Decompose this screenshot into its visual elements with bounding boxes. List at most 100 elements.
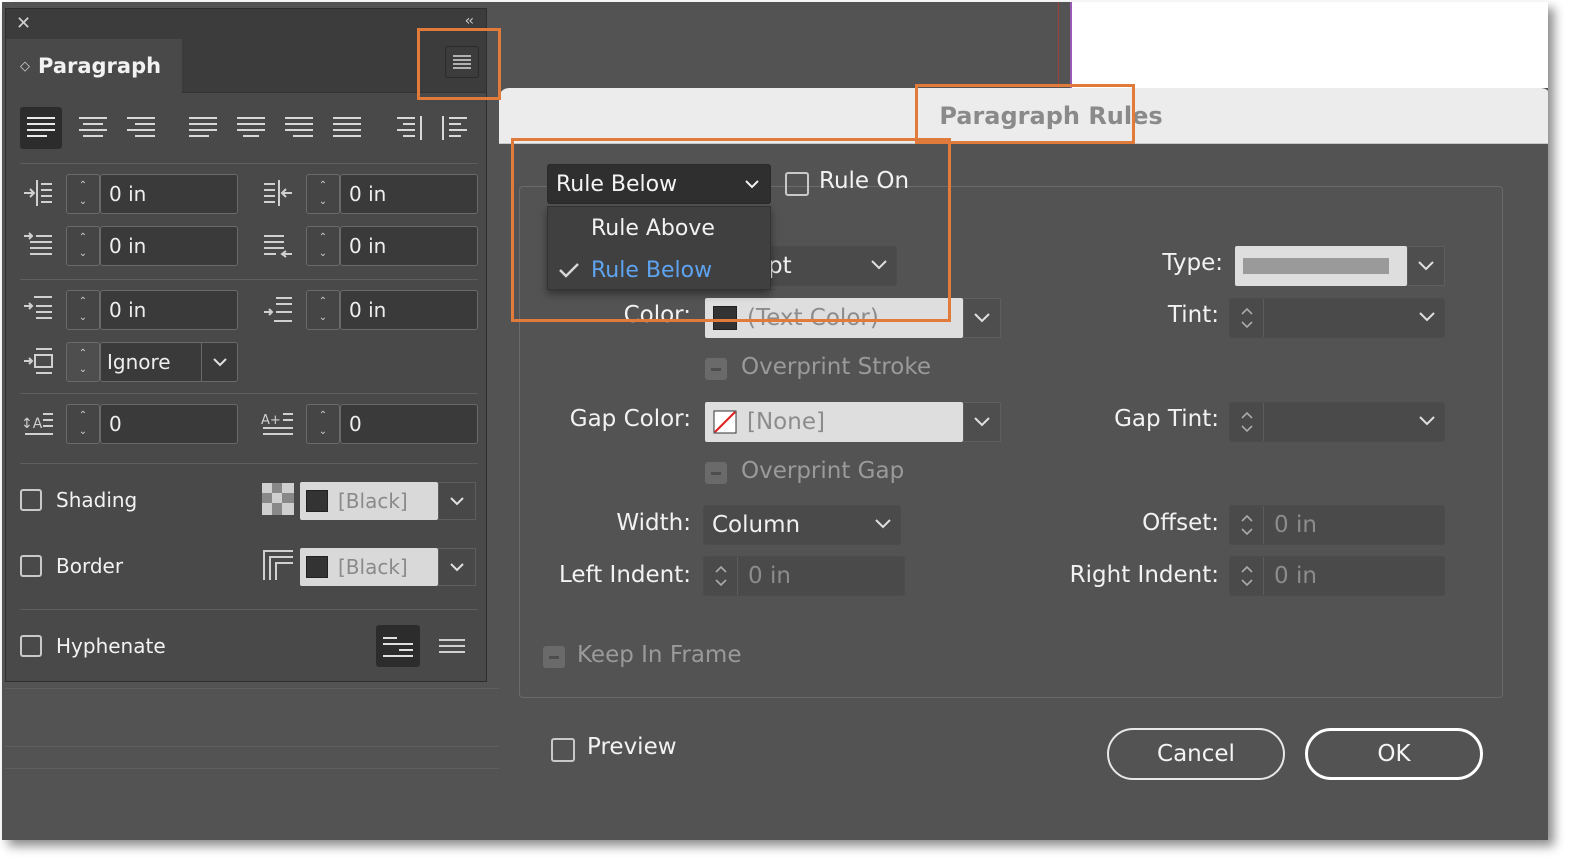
rule-right-indent-field[interactable]: 0 in (1229, 556, 1445, 596)
last-line-indent-input[interactable]: 0 in (340, 226, 478, 266)
justify-left-button[interactable] (182, 107, 224, 149)
tint-label: Tint: (1167, 302, 1219, 328)
ok-button[interactable]: OK (1305, 728, 1483, 780)
space-after-stepper[interactable]: ⌃ ⌄ (306, 290, 340, 330)
stepper-icon[interactable] (1230, 506, 1264, 544)
align-right-button[interactable] (120, 107, 162, 149)
chevron-down-icon (974, 313, 990, 323)
left-indent-input[interactable]: 0 in (100, 174, 238, 214)
svg-text:A+: A+ (261, 413, 281, 428)
overprint-stroke-checkbox[interactable] (705, 358, 727, 380)
gap-color-label: Gap Color: (569, 406, 691, 432)
width-value: Column (712, 512, 801, 538)
border-color-field[interactable]: [Black] (300, 548, 438, 586)
align-right-icon (127, 117, 155, 137)
gap-color-field[interactable]: [None] (705, 402, 963, 442)
right-indent-input[interactable]: 0 in (340, 174, 478, 214)
color-dropdown[interactable] (963, 298, 1001, 338)
do-not-align-to-baseline-button[interactable] (376, 625, 420, 667)
stepper-icon[interactable] (1230, 299, 1264, 337)
align-towards-spine-button[interactable] (388, 107, 430, 149)
drop-cap-chars-stepper[interactable]: ⌃ ⌄ (306, 404, 340, 444)
justify-right-icon (285, 117, 313, 137)
left-indent-stepper[interactable]: ⌃ ⌄ (66, 174, 100, 214)
overprint-stroke-label: Overprint Stroke (741, 354, 931, 380)
highlight-rule-select (511, 138, 951, 322)
tint-field[interactable] (1229, 298, 1445, 338)
alignment-buttons (20, 107, 480, 151)
justify-all-button[interactable] (326, 107, 368, 149)
type-dropdown[interactable] (1407, 246, 1445, 286)
align-towards-spine-icon (397, 116, 422, 140)
stepper-icon[interactable] (1230, 403, 1264, 441)
paragraph-panel: ✕ ‹‹ ◇ Paragraph ⌃ ⌄ 0 in ⌃ ⌄ 0 in ⌃ ⌄ 0… (5, 8, 487, 682)
drop-cap-lines-input[interactable]: 0 (100, 404, 238, 444)
space-after-input[interactable]: 0 in (340, 290, 478, 330)
last-line-indent-stepper[interactable]: ⌃ ⌄ (306, 226, 340, 266)
chevron-down-icon[interactable] (1418, 307, 1436, 333)
left-indent-label: Left Indent: (558, 562, 691, 588)
align-center-button[interactable] (72, 107, 114, 149)
tab-paragraph[interactable]: ◇ Paragraph (6, 39, 182, 93)
drop-cap-row: ↕A ⌃ ⌄ 0 A+ ⌃ ⌄ 0 (20, 403, 480, 445)
drop-cap-lines-icon: ↕A (20, 405, 56, 441)
panel-separator (5, 688, 499, 689)
border-checkbox[interactable] (20, 555, 42, 577)
collapse-icon[interactable]: ‹‹ (465, 13, 474, 29)
align-to-grid-icon (20, 343, 56, 379)
chevron-down-icon[interactable] (1418, 411, 1436, 437)
space-before-input[interactable]: 0 in (100, 290, 238, 330)
drop-cap-chars-input[interactable]: 0 (340, 404, 478, 444)
hyphenate-checkbox[interactable] (20, 635, 42, 657)
shading-color-dropdown[interactable] (438, 482, 476, 520)
shading-checkbox[interactable] (20, 489, 42, 511)
type-field[interactable] (1235, 246, 1407, 286)
panel-separator (5, 746, 499, 747)
align-away-from-spine-button[interactable] (434, 107, 476, 149)
panel-header: ✕ ‹‹ (6, 9, 486, 37)
divider (20, 463, 478, 464)
justify-right-button[interactable] (278, 107, 320, 149)
first-line-indent-stepper[interactable]: ⌃ ⌄ (66, 226, 100, 266)
gap-color-value: [None] (747, 409, 825, 435)
document-margin-guide (1058, 2, 1059, 88)
overprint-gap-checkbox[interactable] (705, 462, 727, 484)
space-before-stepper[interactable]: ⌃ ⌄ (66, 290, 100, 330)
shading-icon (260, 481, 296, 517)
align-to-grid-select[interactable]: Ignore (100, 342, 238, 382)
stepper-icon[interactable] (704, 557, 738, 595)
cancel-button[interactable]: Cancel (1107, 728, 1285, 780)
preview-checkbox[interactable] (551, 738, 575, 762)
highlight-dialog-title (915, 84, 1135, 144)
right-indent-stepper[interactable]: ⌃ ⌄ (306, 174, 340, 214)
keep-in-frame-checkbox[interactable] (543, 646, 565, 668)
left-indent-icon (20, 175, 56, 211)
baseline-off-icon (383, 637, 413, 657)
divider (20, 163, 478, 164)
align-left-button[interactable] (20, 107, 62, 149)
drop-cap-chars-icon: A+ (260, 405, 296, 441)
width-select[interactable]: Column (703, 505, 901, 545)
align-grid-stepper[interactable]: ⌃ ⌄ (66, 342, 100, 382)
close-icon[interactable]: ✕ (16, 13, 31, 34)
offset-field[interactable]: 0 in (1229, 505, 1445, 545)
border-swatch (306, 556, 328, 578)
first-line-indent-input[interactable]: 0 in (100, 226, 238, 266)
border-color-dropdown[interactable] (438, 548, 476, 586)
shading-color-value: [Black] (338, 489, 408, 513)
rule-left-indent-value: 0 in (748, 563, 791, 589)
align-to-baseline-button[interactable] (430, 625, 474, 667)
shading-color-field[interactable]: [Black] (300, 482, 438, 520)
chevron-down-icon (974, 417, 990, 427)
indent-row-1: ⌃ ⌄ 0 in ⌃ ⌄ 0 in (20, 173, 480, 215)
right-indent-label: Right Indent: (1069, 562, 1219, 588)
gap-tint-field[interactable] (1229, 402, 1445, 442)
chevron-down-icon[interactable] (201, 343, 237, 381)
rule-left-indent-field[interactable]: 0 in (703, 556, 905, 596)
indent-row-2: ⌃ ⌄ 0 in ⌃ ⌄ 0 in (20, 225, 480, 267)
drop-cap-lines-stepper[interactable]: ⌃ ⌄ (66, 404, 100, 444)
justify-center-button[interactable] (230, 107, 272, 149)
stepper-icon[interactable] (1230, 557, 1264, 595)
gap-color-dropdown[interactable] (963, 402, 1001, 442)
space-after-icon (260, 291, 296, 327)
